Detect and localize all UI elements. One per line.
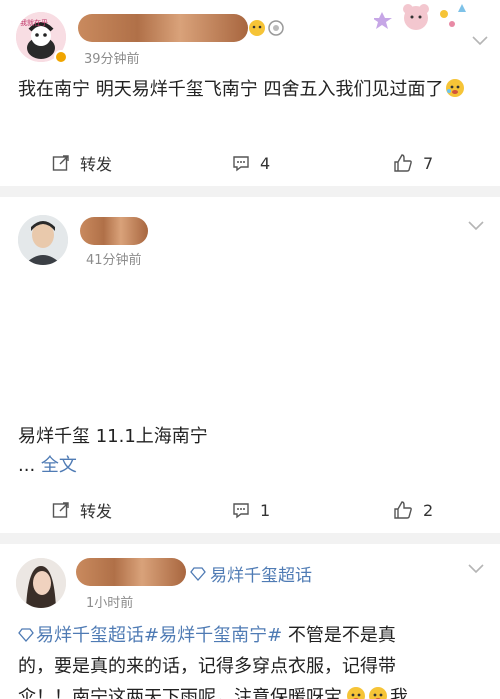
post-text: 易烊千玺超话#易烊千玺南宁# 不管是不是真 的，要是真的来的话，记得多穿点衣服，… <box>18 620 490 699</box>
read-more[interactable]: ... 全文 <box>18 450 482 481</box>
post-card-3: 易烊千玺超话 1小时前 易烊千玺超话#易烊千玺南宁# 不管是不是真 的，要是真的… <box>0 544 500 699</box>
avatar[interactable] <box>18 215 68 265</box>
emoji-icon <box>446 79 465 97</box>
chevron-down-icon[interactable] <box>466 219 486 233</box>
diamond-icon <box>18 628 34 642</box>
repost-button[interactable]: 转发 <box>52 148 112 178</box>
repost-icon <box>52 155 69 171</box>
post-card-1: 我就在乎 39分钟前 我在南宁 明天易烊千玺飞南宁 四舍五入我们见过面了 转发 … <box>0 0 500 186</box>
action-bar: 转发 1 2 <box>0 495 500 525</box>
post-time: 41分钟前 <box>86 253 142 268</box>
comment-button[interactable]: 1 <box>232 495 270 525</box>
comment-icon <box>233 156 249 172</box>
emoji-icon <box>347 687 365 699</box>
avatar-text: 我就在乎 <box>20 19 48 27</box>
repost-button[interactable]: 转发 <box>52 495 112 525</box>
emoji-icon <box>369 687 387 699</box>
action-bar: 转发 4 7 <box>0 148 500 178</box>
post-card-2: 41分钟前 易烊千玺 11.1上海南宁 ... 全文 转发 1 2 <box>0 197 500 533</box>
avatar-image <box>16 558 66 608</box>
post-text: 我在南宁 明天易烊千玺飞南宁 四舍五入我们见过面了 <box>18 74 482 105</box>
username-redacted[interactable] <box>80 217 148 245</box>
verified-badge <box>54 50 68 64</box>
username-redacted[interactable] <box>76 558 186 586</box>
username-redacted[interactable] <box>78 14 248 42</box>
full-text-link[interactable]: 全文 <box>41 455 77 476</box>
chevron-down-icon[interactable] <box>470 34 490 48</box>
like-icon <box>394 501 412 519</box>
comment-button[interactable]: 4 <box>232 148 270 178</box>
emoji-icon <box>249 20 265 36</box>
sticker-decoration <box>374 4 466 30</box>
post-time: 39分钟前 <box>84 52 140 67</box>
repost-icon <box>52 502 69 518</box>
like-button[interactable]: 2 <box>393 495 433 525</box>
level-badge-icon <box>268 20 284 36</box>
avatar[interactable] <box>16 558 66 608</box>
post-text: 易烊千玺 11.1上海南宁 <box>18 426 208 447</box>
like-icon <box>394 154 412 172</box>
chevron-down-icon[interactable] <box>466 562 486 576</box>
topic-tag[interactable]: 易烊千玺超话 <box>190 561 312 586</box>
hashtag-link[interactable]: #易烊千玺南宁# <box>144 625 282 646</box>
avatar-image <box>18 215 68 265</box>
supertopic-link[interactable]: 易烊千玺超话 <box>18 625 144 646</box>
comment-icon <box>233 503 249 519</box>
diamond-icon <box>190 566 206 581</box>
like-button[interactable]: 7 <box>393 148 433 178</box>
post-time: 1小时前 <box>86 596 134 611</box>
